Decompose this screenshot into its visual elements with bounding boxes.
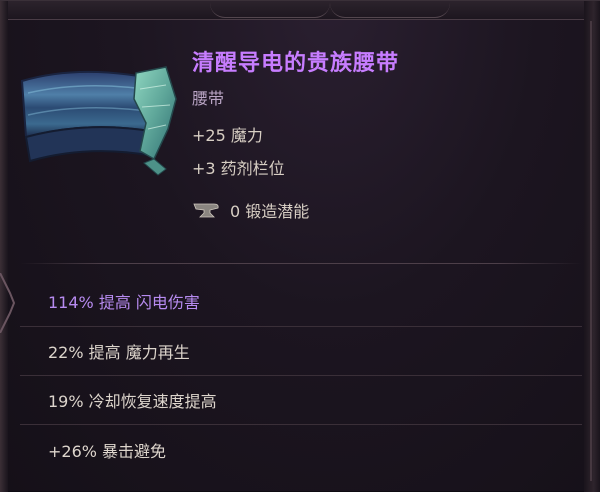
affix-line: +26% 暴击避免 xyxy=(48,442,167,461)
affix-separator xyxy=(20,375,582,376)
frame-ornament-icon xyxy=(0,273,16,333)
forge-potential-text: 0 锻造潜能 xyxy=(230,202,310,221)
anvil-icon xyxy=(193,203,219,218)
right-frame xyxy=(584,1,600,492)
frame-flourish xyxy=(210,3,330,18)
frame-flourish xyxy=(330,3,450,18)
forge-potential: 0 锻造潜能 xyxy=(192,199,309,221)
section-divider xyxy=(20,263,582,264)
item-type: 腰带 xyxy=(192,89,225,108)
left-frame xyxy=(0,1,8,492)
affix-line: 114% 提高 闪电伤害 xyxy=(48,293,200,312)
item-base-stat: +25 魔力 xyxy=(192,126,263,145)
affix-separator xyxy=(20,424,582,425)
item-base-stat: +3 药剂栏位 xyxy=(192,159,285,178)
affix-line: 19% 冷却恢复速度提高 xyxy=(48,392,217,411)
affix-line: 22% 提高 魔力再生 xyxy=(48,343,190,362)
top-frame-ornament xyxy=(0,1,600,20)
item-tooltip: 清醒导电的贵族腰带 腰带 +25 魔力 +3 药剂栏位 0 锻造潜能 114% … xyxy=(0,0,600,492)
belt-icon xyxy=(20,66,177,176)
item-name: 清醒导电的贵族腰带 xyxy=(192,51,400,76)
affix-separator xyxy=(20,326,582,327)
